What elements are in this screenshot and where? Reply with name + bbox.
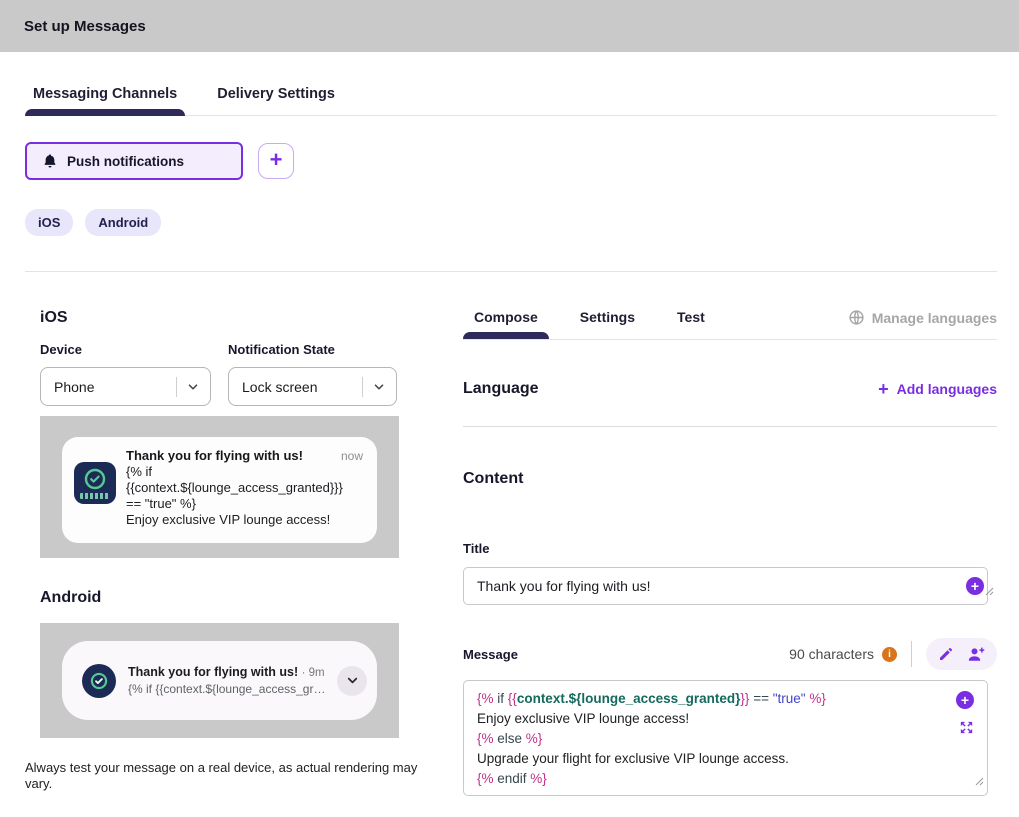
character-count: 90 characters bbox=[789, 646, 874, 662]
ios-heading: iOS bbox=[40, 309, 437, 327]
android-app-icon bbox=[82, 664, 116, 698]
message-editor[interactable]: {% if {{context.${lounge_access_granted}… bbox=[463, 680, 988, 796]
insert-personalization-button[interactable]: + bbox=[966, 577, 984, 595]
platform-pill-android[interactable]: Android bbox=[85, 209, 161, 236]
android-notification-card: Thank you for flying with us! · 9m {% if… bbox=[62, 641, 377, 720]
tab-delivery-settings[interactable]: Delivery Settings bbox=[209, 86, 343, 115]
compose-tabbar: Compose Settings Test Manage languages bbox=[463, 309, 997, 340]
edit-pencil-button[interactable] bbox=[938, 646, 954, 662]
push-notifications-button[interactable]: Push notifications bbox=[25, 142, 243, 180]
notification-state-value: Lock screen bbox=[242, 379, 362, 395]
section-divider bbox=[25, 271, 997, 272]
page: Set up Messages Messaging Channels Deliv… bbox=[0, 0, 1019, 817]
title-input[interactable] bbox=[463, 567, 988, 605]
manage-languages-button[interactable]: Manage languages bbox=[848, 309, 997, 339]
device-field: Device Phone bbox=[40, 342, 211, 406]
device-label: Device bbox=[40, 342, 211, 357]
tab-compose[interactable]: Compose bbox=[463, 309, 549, 338]
notification-state-field: Notification State Lock screen bbox=[228, 342, 397, 406]
app-header: Set up Messages bbox=[0, 0, 1019, 52]
manage-languages-label: Manage languages bbox=[872, 310, 997, 326]
title-label: Title bbox=[463, 541, 997, 556]
content-heading: Content bbox=[463, 470, 997, 488]
device-select-value: Phone bbox=[54, 379, 176, 395]
add-languages-label: Add languages bbox=[897, 381, 997, 397]
insert-personalization-button[interactable]: + bbox=[956, 691, 974, 709]
ios-notification-time: now bbox=[341, 449, 363, 463]
app-icon bbox=[74, 462, 116, 504]
plus-icon: + bbox=[878, 380, 889, 398]
compose-panel: Compose Settings Test Manage languages bbox=[463, 309, 997, 796]
add-languages-button[interactable]: + Add languages bbox=[878, 380, 997, 398]
app-icon-caption bbox=[80, 493, 110, 499]
language-divider bbox=[463, 426, 997, 427]
check-badge-icon bbox=[83, 467, 107, 491]
language-heading: Language bbox=[463, 380, 539, 398]
android-notification-time: · 9m bbox=[302, 667, 325, 679]
chevron-down-icon bbox=[186, 380, 200, 394]
android-device-preview: Thank you for flying with us! · 9m {% if… bbox=[40, 623, 399, 738]
tab-settings[interactable]: Settings bbox=[569, 309, 646, 338]
resize-handle[interactable] bbox=[985, 583, 994, 601]
disclaimer-text: Always test your message on a real devic… bbox=[25, 760, 421, 792]
device-select[interactable]: Phone bbox=[40, 367, 211, 406]
channel-row: Push notifications + bbox=[25, 142, 997, 180]
push-notifications-label: Push notifications bbox=[67, 154, 184, 169]
android-notification-title: Thank you for flying with us! bbox=[128, 665, 298, 679]
preview-column: iOS Device Phone bbox=[25, 309, 437, 792]
tab-messaging-channels[interactable]: Messaging Channels bbox=[25, 86, 185, 115]
ios-device-preview: Thank you for flying with us! now {% if … bbox=[40, 416, 399, 558]
message-editor-content: {% if {{context.${lounge_access_granted}… bbox=[464, 681, 987, 797]
resize-handle[interactable] bbox=[975, 773, 984, 791]
info-icon[interactable]: i bbox=[882, 647, 897, 662]
main-tabbar: Messaging Channels Delivery Settings bbox=[25, 86, 997, 116]
ios-notification-card: Thank you for flying with us! now {% if … bbox=[62, 437, 377, 543]
platform-pill-ios[interactable]: iOS bbox=[25, 209, 73, 236]
expand-editor-button[interactable] bbox=[958, 719, 975, 736]
bell-icon bbox=[42, 153, 58, 169]
ios-notification-body: {% if {{context.${lounge_access_granted}… bbox=[126, 464, 350, 528]
notification-state-label: Notification State bbox=[228, 342, 397, 357]
chevron-down-icon bbox=[372, 380, 386, 394]
notification-state-select[interactable]: Lock screen bbox=[228, 367, 397, 406]
ios-notification-title: Thank you for flying with us! bbox=[126, 448, 341, 463]
platform-pills: iOS Android bbox=[25, 209, 997, 236]
android-heading: Android bbox=[40, 589, 437, 607]
page-title: Set up Messages bbox=[24, 18, 146, 35]
meta-divider bbox=[911, 641, 912, 667]
tab-test[interactable]: Test bbox=[666, 309, 716, 338]
add-channel-button[interactable]: + bbox=[258, 143, 294, 179]
globe-icon bbox=[848, 309, 865, 326]
message-label: Message bbox=[463, 647, 518, 662]
editor-mode-toggle bbox=[926, 638, 997, 670]
android-expand-chevron-button[interactable] bbox=[337, 666, 367, 696]
add-person-button[interactable] bbox=[967, 645, 985, 663]
android-notification-body: {% if {{context.${lounge_access_granted}… bbox=[128, 682, 331, 696]
